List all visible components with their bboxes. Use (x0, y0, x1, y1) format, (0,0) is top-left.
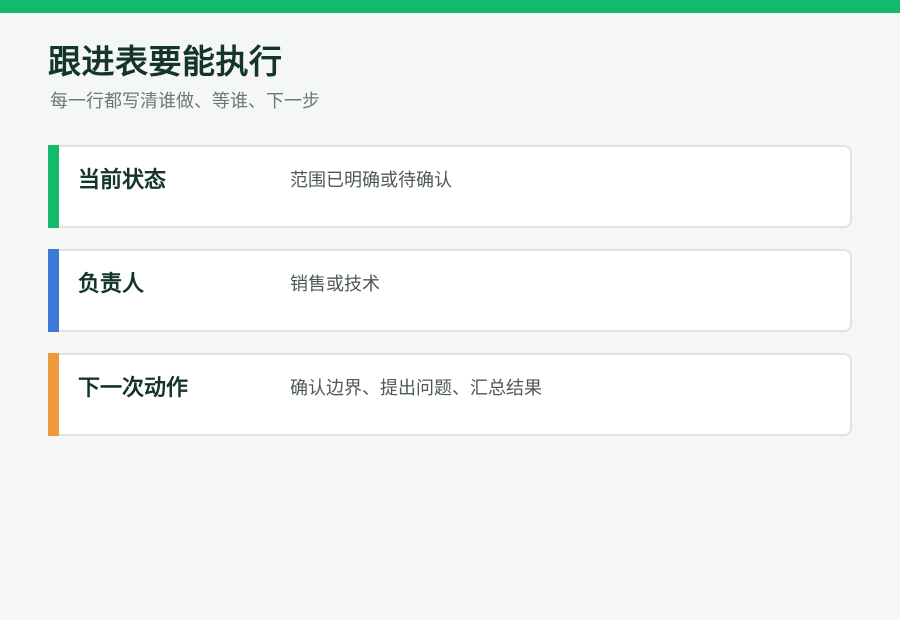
row-label: 当前状态 (78, 168, 167, 193)
row-value: 确认边界、提出问题、汇总结果 (290, 378, 542, 399)
page-title: 跟进表要能执行 (48, 42, 283, 81)
row-label: 下一次动作 (78, 376, 189, 401)
top-accent-bar (0, 0, 900, 13)
row-accent-bar (48, 249, 59, 332)
row-card-status: 当前状态 范围已明确或待确认 (48, 145, 852, 228)
page-subtitle: 每一行都写清谁做、等谁、下一步 (50, 91, 320, 112)
row-label: 负责人 (78, 272, 145, 297)
row-accent-bar (48, 145, 59, 228)
row-card-next-action: 下一次动作 确认边界、提出问题、汇总结果 (48, 353, 852, 436)
row-value: 范围已明确或待确认 (290, 170, 452, 191)
row-accent-bar (48, 353, 59, 436)
row-value: 销售或技术 (290, 274, 380, 295)
row-card-owner: 负责人 销售或技术 (48, 249, 852, 332)
